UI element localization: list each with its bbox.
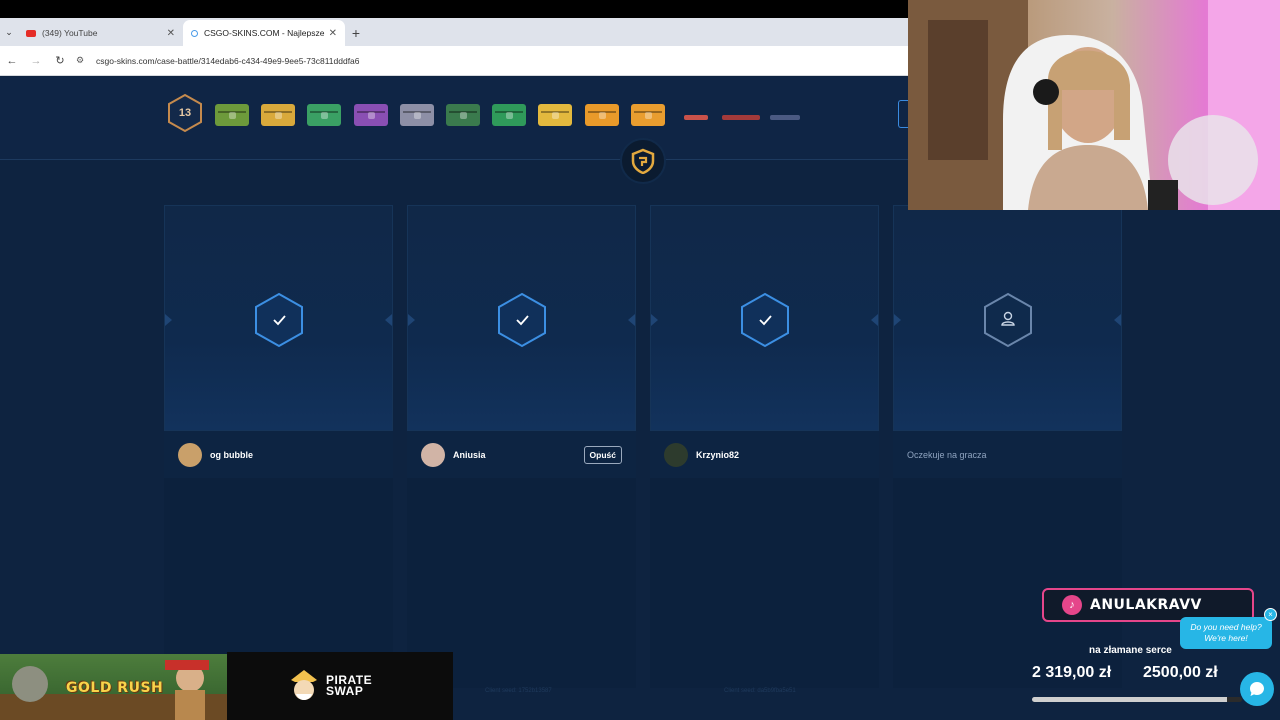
arrow-right-icon <box>385 314 392 326</box>
youtube-icon <box>26 29 36 37</box>
weapon-item[interactable] <box>722 115 760 120</box>
side-action-button[interactable] <box>898 100 908 128</box>
arrow-left-icon <box>651 314 658 326</box>
tiktok-icon: ♪ <box>1062 595 1082 615</box>
case-item[interactable] <box>446 104 480 126</box>
ad-title: GOLD RUSH <box>66 680 164 696</box>
reload-button[interactable]: ↻ <box>48 46 72 76</box>
tab-search-menu[interactable]: ⌄ <box>0 18 18 46</box>
case-item[interactable] <box>261 104 295 126</box>
tab-title: (349) YouTube <box>42 28 98 38</box>
player-panel <box>164 205 393 431</box>
donation-goal-title: na złamane serce <box>1089 645 1172 656</box>
arrow-left-icon <box>408 314 415 326</box>
case-item[interactable] <box>307 104 341 126</box>
help-bubble[interactable]: Do you need help? We're here! <box>1180 617 1272 649</box>
shield-icon <box>631 148 655 174</box>
battle-case-row: 13 <box>0 77 908 184</box>
player-drop-area <box>893 478 1122 688</box>
ready-check-icon <box>498 292 546 348</box>
player-name-bar: Oczekuje na gracza <box>893 431 1122 478</box>
pirate-swap-ad[interactable]: PIRATE SWAP <box>227 652 453 720</box>
player-name-bar: Krzynio82 <box>650 431 879 478</box>
player-name: Oczekuje na gracza <box>907 449 987 460</box>
case-item[interactable] <box>354 104 388 126</box>
arrow-right-icon <box>871 314 878 326</box>
browser-tab-strip: ⌄ (349) YouTube ✕ CSGO-SKINS.COM - Najle… <box>0 18 908 46</box>
ad-title: PIRATE SWAP <box>326 674 372 698</box>
back-button[interactable]: ← <box>0 46 24 76</box>
donation-target-amount: 2500,00 zł <box>1143 664 1218 681</box>
site-settings-icon[interactable]: ⚙ <box>76 55 92 66</box>
player-name-bar: og bubble <box>164 431 393 478</box>
donation-progress-bar <box>1032 697 1242 702</box>
client-seed: Client seed: 1752b13587 <box>485 688 552 694</box>
case-item[interactable] <box>631 104 665 126</box>
new-tab-button[interactable]: + <box>345 20 367 46</box>
webcam-overlay <box>908 0 1280 210</box>
chat-button[interactable] <box>1240 672 1274 706</box>
arrow-right-icon: → <box>30 54 42 67</box>
arrow-right-icon <box>628 314 635 326</box>
donation-current-amount: 2 319,00 zł <box>1032 664 1112 681</box>
case-item[interactable] <box>492 104 526 126</box>
browser-tab-youtube[interactable]: (349) YouTube ✕ <box>18 20 183 46</box>
help-line: We're here! <box>1204 633 1248 643</box>
case-item[interactable] <box>538 104 572 126</box>
case-item[interactable] <box>400 104 434 126</box>
client-seed: Client seed: da5b9fba5e51 <box>724 688 796 694</box>
avatar <box>178 442 202 467</box>
close-icon[interactable]: ✕ <box>329 28 337 39</box>
browser-tab-csgo-skins[interactable]: CSGO-SKINS.COM - Najlepsze ✕ <box>183 20 345 46</box>
player-panel <box>650 205 879 431</box>
site-icon <box>191 29 198 37</box>
tab-title: CSGO-SKINS.COM - Najlepsze <box>204 28 325 38</box>
help-line: Do you need help? <box>1190 622 1262 632</box>
case-item[interactable] <box>215 104 249 126</box>
player-name: og bubble <box>210 449 253 460</box>
player-panel <box>893 205 1122 431</box>
battle-emblem <box>620 138 666 184</box>
gold-rush-ad[interactable]: GOLD RUSH <box>0 654 227 720</box>
reload-icon: ↻ <box>55 55 65 67</box>
weapon-item[interactable] <box>684 115 708 120</box>
arrow-left-icon <box>894 314 901 326</box>
streamer-video <box>908 0 1280 210</box>
chat-icon <box>1250 682 1264 696</box>
donation-progress-fill <box>1032 697 1227 702</box>
pirate-logo-icon <box>291 670 317 700</box>
ad-title-line: SWAP <box>326 684 364 698</box>
round-number: 13 <box>178 107 192 119</box>
round-counter: 13 <box>166 93 204 133</box>
close-icon[interactable]: × <box>1264 608 1277 621</box>
player-panel <box>407 205 636 431</box>
chevron-down-icon: ⌄ <box>5 26 13 37</box>
forward-button[interactable]: → <box>24 46 48 76</box>
avatar <box>664 442 688 467</box>
arrow-left-icon: ← <box>6 54 18 67</box>
player-name-bar: Aniusia Opuść <box>407 431 636 478</box>
avatar <box>421 442 445 467</box>
close-icon[interactable]: ✕ <box>167 28 175 39</box>
case-item[interactable] <box>585 104 619 126</box>
player-drop-area <box>650 478 879 688</box>
url-field[interactable]: csgo-skins.com/case-battle/314edab6-c434… <box>96 56 360 66</box>
leave-battle-button[interactable]: Opuść <box>583 445 622 464</box>
arrow-right-icon <box>1114 314 1121 326</box>
player-name: Krzynio82 <box>696 449 740 460</box>
tiktok-username: ANULAKRAVV <box>1090 597 1202 613</box>
arrow-left-icon <box>165 314 172 326</box>
user-slot-icon[interactable] <box>982 292 1034 348</box>
ready-check-icon <box>255 292 303 348</box>
ready-check-icon <box>741 292 789 348</box>
player-name: Aniusia <box>453 449 486 460</box>
address-bar: ← → ↻ ⚙ csgo-skins.com/case-battle/314ed… <box>0 46 908 76</box>
weapon-item[interactable] <box>770 115 800 120</box>
